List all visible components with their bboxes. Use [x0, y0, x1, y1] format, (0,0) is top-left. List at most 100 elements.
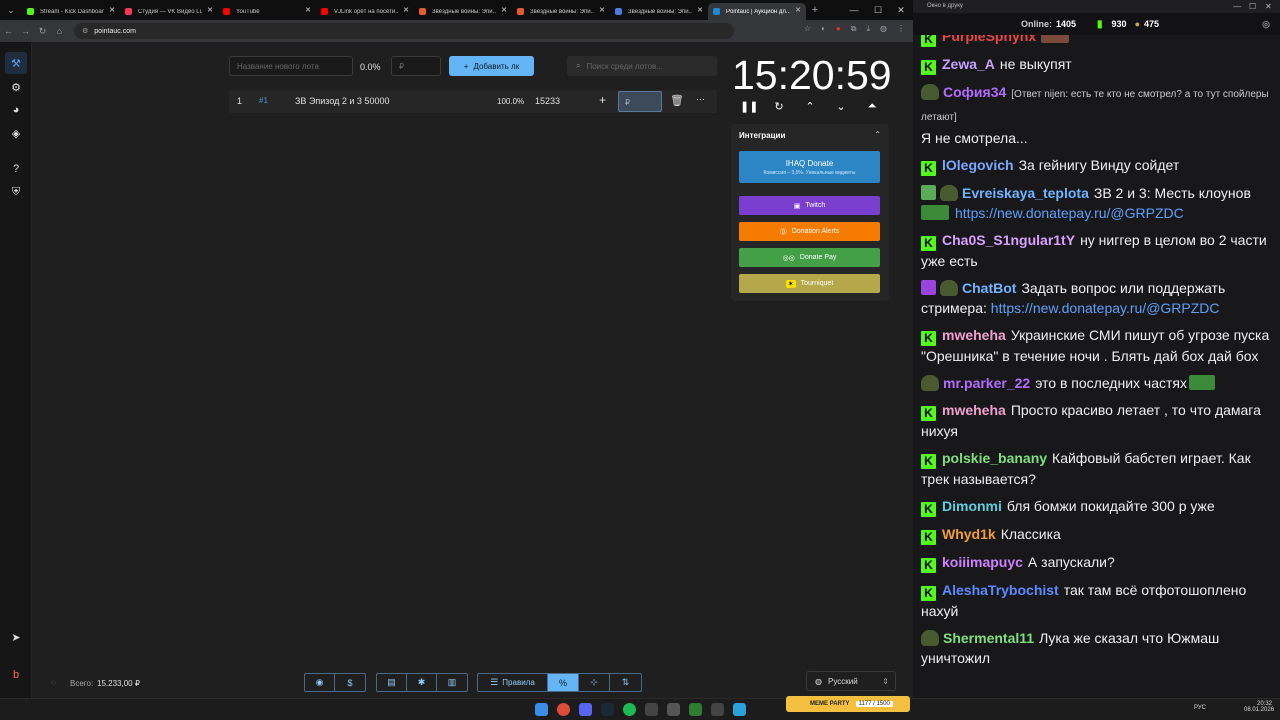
add-time-icon[interactable]: ⌃ — [802, 100, 818, 113]
tab-strip: ⌄ Stream - Kick Dashboard ✕ Студия — VK В… — [0, 0, 913, 20]
lot-name[interactable]: ЗВ Эпизод 2 и 3 50000 — [295, 96, 389, 106]
meme-party-widget[interactable]: MEME PARTY 1177 / 1500 — [786, 696, 910, 712]
obs-icon[interactable] — [667, 703, 680, 716]
layers-icon[interactable]: ◈ — [9, 126, 23, 140]
tab-search-icon[interactable]: ⌄ — [0, 0, 22, 20]
chat-settings-icon[interactable]: ◎ — [1262, 19, 1270, 30]
ihaq-donate-button[interactable]: IHAQ Donate Комиссия – 3,5%. Уникальные … — [739, 151, 880, 183]
tourniquet-button[interactable]: ✶ Tourniquet — [739, 274, 880, 293]
youtube-favicon-icon — [223, 8, 230, 15]
kick-favicon-icon — [27, 8, 34, 15]
clear-icon[interactable]: ▥ — [437, 674, 467, 691]
donate-dollar-icon[interactable]: $ — [335, 674, 365, 691]
tab-vjlink[interactable]: VJLink орёт на посети... ✕ — [316, 3, 414, 20]
bookmark-star-icon[interactable]: ☆ — [804, 24, 811, 34]
keyboard-language[interactable]: РУС — [1194, 705, 1206, 711]
new-tab-button[interactable]: + — [806, 4, 824, 16]
search-icon: ⌕ — [576, 61, 581, 70]
boosty-icon[interactable]: b — [9, 668, 23, 682]
tab-kick-dashboard[interactable]: Stream - Kick Dashboard ✕ — [22, 3, 120, 20]
url-bar[interactable]: ⚙ pointauc.com — [74, 23, 734, 39]
spotify-icon[interactable] — [623, 703, 636, 716]
auction-hammer-icon[interactable]: ⚒ — [5, 52, 27, 74]
extension-icon[interactable]: ◐ — [821, 24, 826, 34]
download-icon[interactable]: ⤓ — [866, 24, 870, 34]
close-tab-icon[interactable]: ✕ — [501, 6, 507, 14]
add-lot-button[interactable]: + Добавить лк — [449, 56, 534, 76]
tab-starwars-2[interactable]: Звёздные войны: Эпи... ✕ — [512, 3, 610, 20]
pause-icon[interactable]: ❚❚ — [740, 100, 758, 113]
reset-timer-icon[interactable]: ↻ — [771, 100, 787, 113]
tab-starwars-1[interactable]: Звёздные войны: Эпи... ✕ — [414, 3, 512, 20]
maximize-button[interactable]: ☐ — [866, 0, 890, 20]
back-icon[interactable]: ← — [0, 26, 17, 36]
points-count: 930 — [1111, 19, 1127, 29]
add-amount-icon[interactable]: + — [599, 93, 606, 107]
extensions-puzzle-icon[interactable]: ⧉ — [851, 24, 857, 34]
percent-toggle[interactable]: % — [548, 674, 579, 691]
close-window-button[interactable]: ✕ — [889, 0, 913, 20]
clock[interactable]: 20:32 08.01.2026 — [1244, 701, 1274, 713]
language-select[interactable]: ◍ Русский ⇕ — [806, 671, 896, 691]
donate-pay-button[interactable]: ◎◎ Donate Pay — [739, 248, 880, 267]
maximize-button[interactable]: ☐ — [1249, 0, 1256, 13]
close-tab-icon[interactable]: ✕ — [109, 6, 115, 14]
donation-alerts-button[interactable]: Ⓓ Donation Alerts — [739, 222, 880, 241]
lot-id[interactable]: #1 — [259, 96, 268, 105]
lot-row[interactable]: 1 #1 ЗВ Эпизод 2 и 3 50000 100.0% 15233 … — [229, 90, 717, 113]
telegram-icon[interactable] — [733, 703, 746, 716]
online-count: 1405 — [1056, 19, 1077, 29]
chrome-icon[interactable] — [557, 703, 570, 716]
minimize-button[interactable]: — — [842, 0, 866, 20]
minimize-button[interactable]: — — [1233, 0, 1241, 13]
lot-more-icon[interactable]: ⋯ — [696, 94, 705, 105]
help-icon[interactable]: ? — [9, 162, 23, 176]
subtract-time-icon[interactable]: ⌄ — [833, 100, 849, 113]
lot-search-input[interactable]: ⌕ Поиск среди лотов... — [567, 56, 717, 76]
tab-pointauc[interactable]: Pointauc | Аукцион дл... ✕ — [708, 3, 806, 20]
collapse-chevron-icon[interactable]: ⌃ — [874, 130, 881, 139]
telegram-icon[interactable]: ➤ — [9, 630, 23, 644]
close-window-button[interactable]: ✕ — [1265, 0, 1272, 13]
close-tab-icon[interactable]: ✕ — [207, 6, 213, 14]
twitch-button[interactable]: ▣ Twitch — [739, 196, 880, 215]
new-lot-name-input[interactable]: Название нового лота — [229, 56, 353, 76]
close-tab-icon[interactable]: ✕ — [697, 6, 703, 14]
profile-icon[interactable]: ◍ — [880, 24, 887, 34]
new-lot-amount-input[interactable]: ₽ — [391, 56, 441, 76]
close-tab-icon[interactable]: ✕ — [305, 6, 311, 14]
github-icon[interactable]: ◉ — [305, 674, 335, 691]
app-icon[interactable] — [645, 703, 658, 716]
forward-icon[interactable]: → — [17, 26, 34, 36]
tab-vk-studio[interactable]: Студия — VK Видео Li... ✕ — [120, 3, 218, 20]
folder-icon[interactable] — [711, 703, 724, 716]
vk-favicon-icon — [125, 8, 132, 15]
hide-amounts-icon[interactable]: ◌ — [51, 678, 56, 687]
browser-menu-icon[interactable]: ⋮ — [897, 24, 905, 34]
windows-start-icon[interactable] — [535, 703, 548, 716]
sort-icon[interactable]: ⇅ — [610, 674, 641, 691]
close-tab-icon[interactable]: ✕ — [403, 6, 409, 14]
rules-button[interactable]: ☰ Правила — [478, 674, 548, 691]
site-info-icon[interactable]: ⚙ — [82, 27, 88, 35]
app-icon[interactable] — [689, 703, 702, 716]
wheel-icon[interactable]: ◕ — [9, 103, 23, 117]
steam-icon[interactable] — [601, 703, 614, 716]
lot-amount-input[interactable]: ₽ — [618, 91, 662, 112]
settings-gear-icon[interactable]: ⚙ — [9, 80, 23, 94]
split-icon[interactable]: ⊹ — [579, 674, 610, 691]
bug-icon[interactable]: ✱ — [407, 674, 437, 691]
extension-icon[interactable]: ● — [836, 24, 841, 34]
reload-icon[interactable]: ↻ — [34, 26, 51, 37]
tab-youtube[interactable]: YouTube ✕ — [218, 3, 316, 20]
close-tab-icon[interactable]: ✕ — [795, 6, 801, 14]
tab-starwars-3[interactable]: Звёздные войны: Эпи... ✕ — [610, 3, 708, 20]
double-add-time-icon[interactable]: ⏶ — [864, 100, 880, 113]
close-tab-icon[interactable]: ✕ — [599, 6, 605, 14]
discord-icon[interactable] — [579, 703, 592, 716]
delete-lot-icon[interactable]: 🗑 — [670, 94, 684, 107]
twitch-icon: ▣ — [793, 202, 801, 210]
home-icon[interactable]: ⌂ — [51, 26, 68, 36]
shield-icon[interactable]: ⛨ — [9, 185, 23, 199]
save-slot-icon[interactable]: ▤ — [377, 674, 407, 691]
